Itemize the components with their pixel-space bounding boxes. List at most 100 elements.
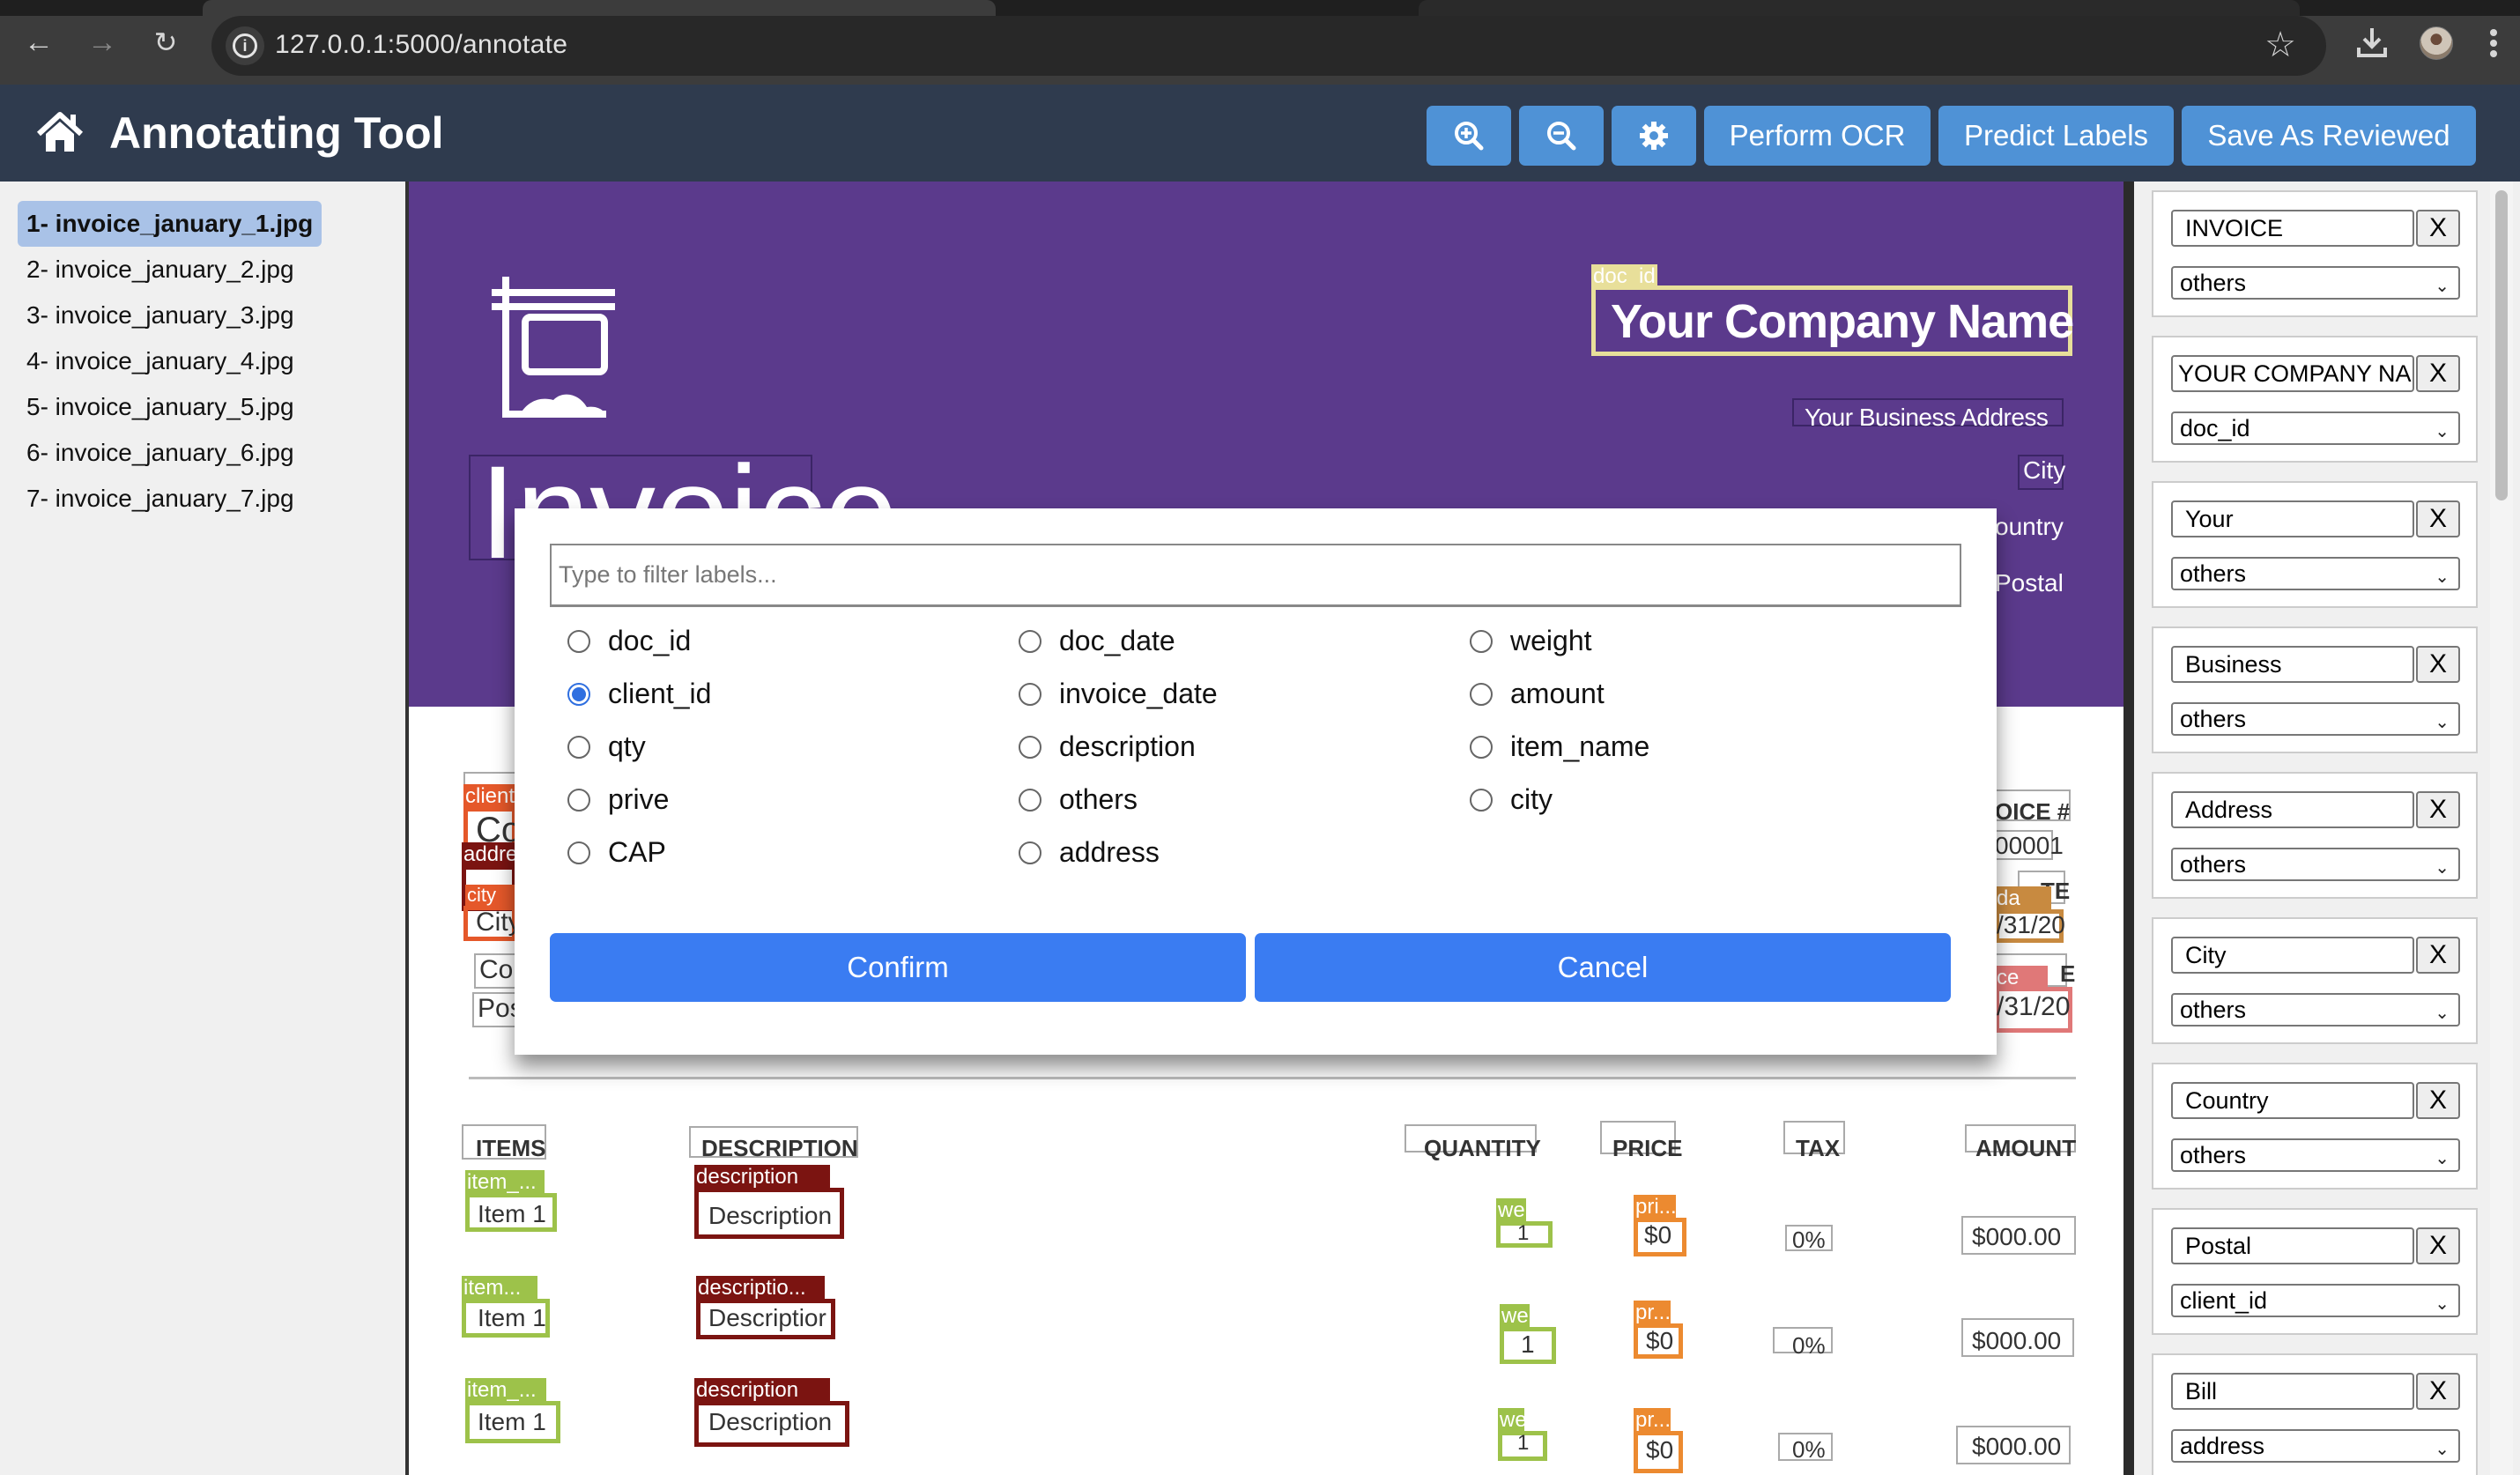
bbox-tag-description[interactable]: descriptio... <box>696 1276 825 1301</box>
remove-annotation-button[interactable]: X <box>2416 210 2460 247</box>
settings-button[interactable] <box>1612 106 1696 166</box>
menu-icon[interactable] <box>2488 26 2499 62</box>
word-input[interactable]: Bill <box>2171 1373 2414 1410</box>
word-input[interactable]: Postal <box>2171 1227 2414 1264</box>
remove-annotation-button[interactable]: X <box>2416 500 2460 537</box>
label-select[interactable]: others ⌄ <box>2171 1138 2460 1172</box>
bbox-tag-price[interactable]: pr... <box>1634 1301 1671 1325</box>
header-amount: AMOUNT <box>1975 1135 2077 1161</box>
right-panel-scrollbar[interactable] <box>2490 182 2513 1475</box>
save-as-reviewed-button[interactable]: Save As Reviewed <box>2182 106 2476 166</box>
word-input[interactable]: City <box>2171 937 2414 974</box>
word-input[interactable]: Your <box>2171 500 2414 537</box>
radio-button[interactable] <box>567 630 590 653</box>
forward-icon[interactable]: → <box>85 25 120 60</box>
chevron-down-icon: ⌄ <box>2435 1004 2450 1023</box>
word-input[interactable]: Country <box>2171 1082 2414 1119</box>
tab-strip <box>0 0 2520 16</box>
label-select[interactable]: client_id ⌄ <box>2171 1284 2460 1317</box>
browser-tab[interactable] <box>1419 0 2300 16</box>
label-option-text: prive <box>608 783 670 815</box>
address-bar[interactable]: i 127.0.0.1:5000/annotate ☆ <box>211 16 2326 76</box>
label-filter-input[interactable] <box>550 544 1961 607</box>
perform-ocr-button[interactable]: Perform OCR <box>1704 106 1931 166</box>
cancel-button[interactable]: Cancel <box>1255 933 1951 1002</box>
url-text[interactable]: 127.0.0.1:5000/annotate <box>275 30 567 60</box>
bbox-tag-description[interactable]: description <box>694 1165 830 1190</box>
confirm-button[interactable]: Confirm <box>550 933 1246 1002</box>
bbox-tag-price[interactable]: pr... <box>1634 1408 1671 1433</box>
zoom-in-button[interactable] <box>1427 106 1511 166</box>
word-input[interactable]: YOUR COMPANY NA <box>2171 355 2414 392</box>
radio-button[interactable] <box>567 841 590 864</box>
radio-button[interactable] <box>567 683 590 706</box>
remove-annotation-button[interactable]: X <box>2416 1227 2460 1264</box>
radio-button[interactable] <box>1470 789 1493 812</box>
remove-annotation-button[interactable]: X <box>2416 791 2460 828</box>
radio-button[interactable] <box>1019 789 1041 812</box>
label-select[interactable]: others ⌄ <box>2171 848 2460 881</box>
bbox-tag-weight[interactable]: wei <box>1496 1198 1526 1223</box>
bbox-tag-client-id[interactable]: client <box>463 784 516 809</box>
radio-button[interactable] <box>1019 841 1041 864</box>
bbox-tag-item-name[interactable]: item... <box>462 1276 537 1301</box>
remove-annotation-button[interactable]: X <box>2416 1373 2460 1410</box>
file-item[interactable]: 2- invoice_january_2.jpg <box>18 247 303 293</box>
radio-button[interactable] <box>1019 736 1041 759</box>
file-item[interactable]: 1- invoice_january_1.jpg <box>18 201 322 247</box>
radio-button[interactable] <box>567 736 590 759</box>
predict-labels-button[interactable]: Predict Labels <box>1938 106 2174 166</box>
remove-annotation-button[interactable]: X <box>2416 355 2460 392</box>
bbox-tag-weight[interactable]: wei <box>1500 1304 1530 1329</box>
quantity-value: 1 <box>1517 1221 1530 1245</box>
file-item[interactable]: 3- invoice_january_3.jpg <box>18 293 303 338</box>
radio-button[interactable] <box>1470 630 1493 653</box>
word-input[interactable]: INVOICE <box>2171 210 2414 247</box>
bbox-tag-item-name[interactable]: item_... <box>465 1378 546 1403</box>
label-select[interactable]: doc_id ⌄ <box>2171 411 2460 445</box>
annotation-card: Postal X client_id ⌄ <box>2152 1208 2478 1335</box>
zoom-out-button[interactable] <box>1519 106 1604 166</box>
invoice-divider <box>469 1077 2076 1079</box>
radio-button[interactable] <box>1019 683 1041 706</box>
radio-button[interactable] <box>567 789 590 812</box>
word-input[interactable]: Business <box>2171 646 2414 683</box>
label-select[interactable]: others ⌄ <box>2171 993 2460 1027</box>
business-address-text: Your Business Address <box>1805 404 2049 431</box>
star-icon[interactable]: ☆ <box>2264 25 2296 65</box>
remove-annotation-button[interactable]: X <box>2416 1082 2460 1119</box>
site-info-icon[interactable]: i <box>226 26 264 65</box>
bbox-tag-city[interactable]: city <box>465 885 516 906</box>
label-select[interactable]: address ⌄ <box>2171 1429 2460 1463</box>
browser-tab[interactable] <box>203 0 996 16</box>
back-icon[interactable]: ← <box>21 25 56 60</box>
word-input[interactable]: Address <box>2171 791 2414 828</box>
description-value: Descriptior <box>708 1304 826 1331</box>
bbox-tag-description[interactable]: description <box>694 1378 830 1403</box>
file-item[interactable]: 4- invoice_january_4.jpg <box>18 338 303 384</box>
bbox-tag-item-name[interactable]: item_... <box>465 1170 545 1195</box>
radio-button[interactable] <box>1019 630 1041 653</box>
avatar[interactable] <box>2420 26 2453 60</box>
radio-button[interactable] <box>1470 683 1493 706</box>
file-item[interactable]: 6- invoice_january_6.jpg <box>18 430 303 476</box>
scrollbar-thumb[interactable] <box>2495 190 2508 500</box>
bbox-tag-doc-date[interactable]: da <box>1995 886 2051 911</box>
bbox-tag-address[interactable]: addre <box>462 842 516 867</box>
radio-button[interactable] <box>1470 736 1493 759</box>
bbox-tag-weight[interactable]: we <box>1498 1408 1524 1433</box>
label-option-text: amount <box>1510 678 1605 709</box>
file-item[interactable]: 7- invoice_january_7.jpg <box>18 476 303 522</box>
label-select[interactable]: others ⌄ <box>2171 702 2460 736</box>
label-select[interactable]: others ⌄ <box>2171 266 2460 300</box>
label-select[interactable]: others ⌄ <box>2171 557 2460 590</box>
remove-annotation-button[interactable]: X <box>2416 937 2460 974</box>
download-icon[interactable] <box>2354 25 2390 60</box>
remove-annotation-button[interactable]: X <box>2416 646 2460 683</box>
home-icon[interactable] <box>35 111 85 153</box>
chevron-down-icon: ⌄ <box>2435 1440 2450 1459</box>
bbox-tag-price[interactable]: pri... <box>1634 1195 1676 1219</box>
file-item[interactable]: 5- invoice_january_5.jpg <box>18 384 303 430</box>
reload-icon[interactable]: ↻ <box>148 25 183 60</box>
annotation-card: Bill X address ⌄ <box>2152 1353 2478 1475</box>
